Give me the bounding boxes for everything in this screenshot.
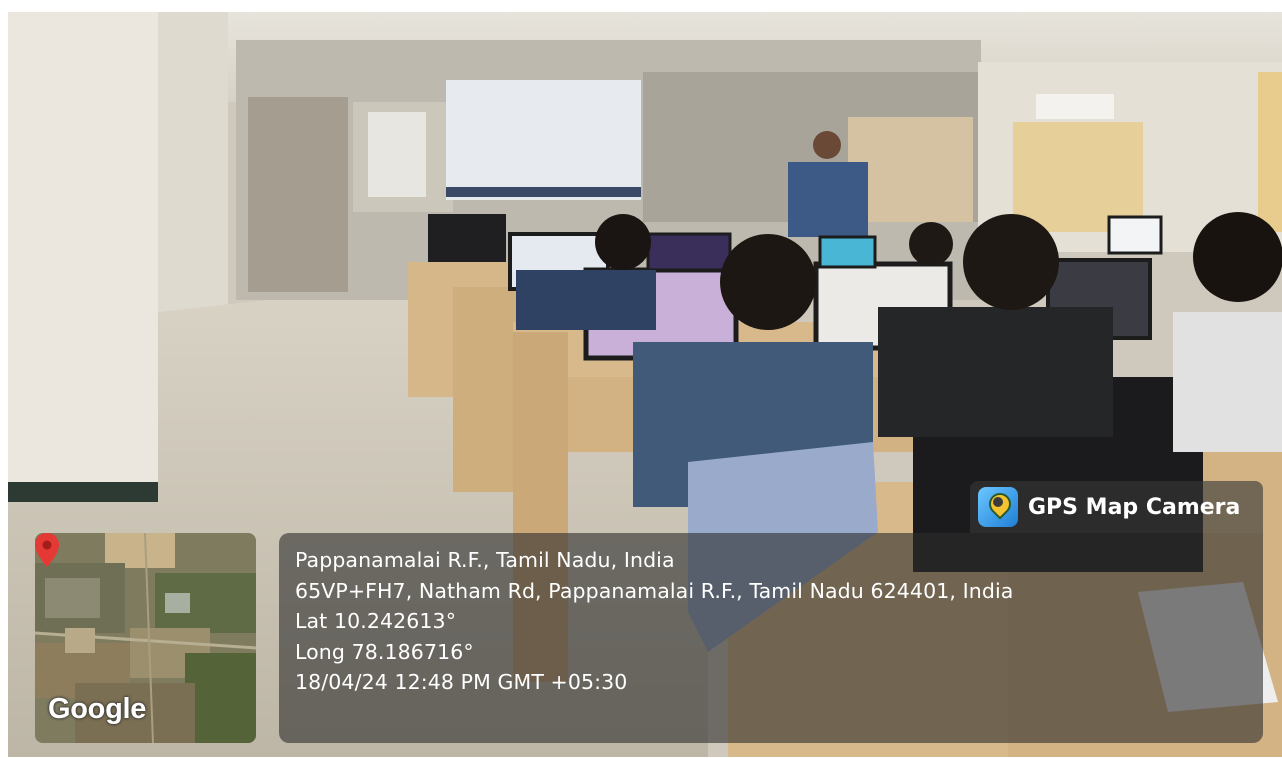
google-logo: Google [48,693,147,725]
address-line: 65VP+FH7, Natham Rd, Pappanamalai R.F., … [295,578,1014,603]
gps-map-camera-icon [978,487,1018,527]
map-thumbnail: Google [35,533,256,743]
map-pin-icon [35,533,59,567]
app-name: GPS Map Camera [1028,494,1241,520]
datetime: 18/04/24 12:48 PM GMT +05:30 [295,670,628,694]
location-title: Pappanamalai R.F., Tamil Nadu, India [295,548,675,572]
gps-map-camera-badge: GPS Map Camera [970,481,1263,533]
latitude: Lat 10.242613° [295,609,457,633]
longitude: Long 78.186716° [295,639,474,664]
location-info-panel: Pappanamalai R.F., Tamil Nadu, India 65V… [279,533,1263,743]
